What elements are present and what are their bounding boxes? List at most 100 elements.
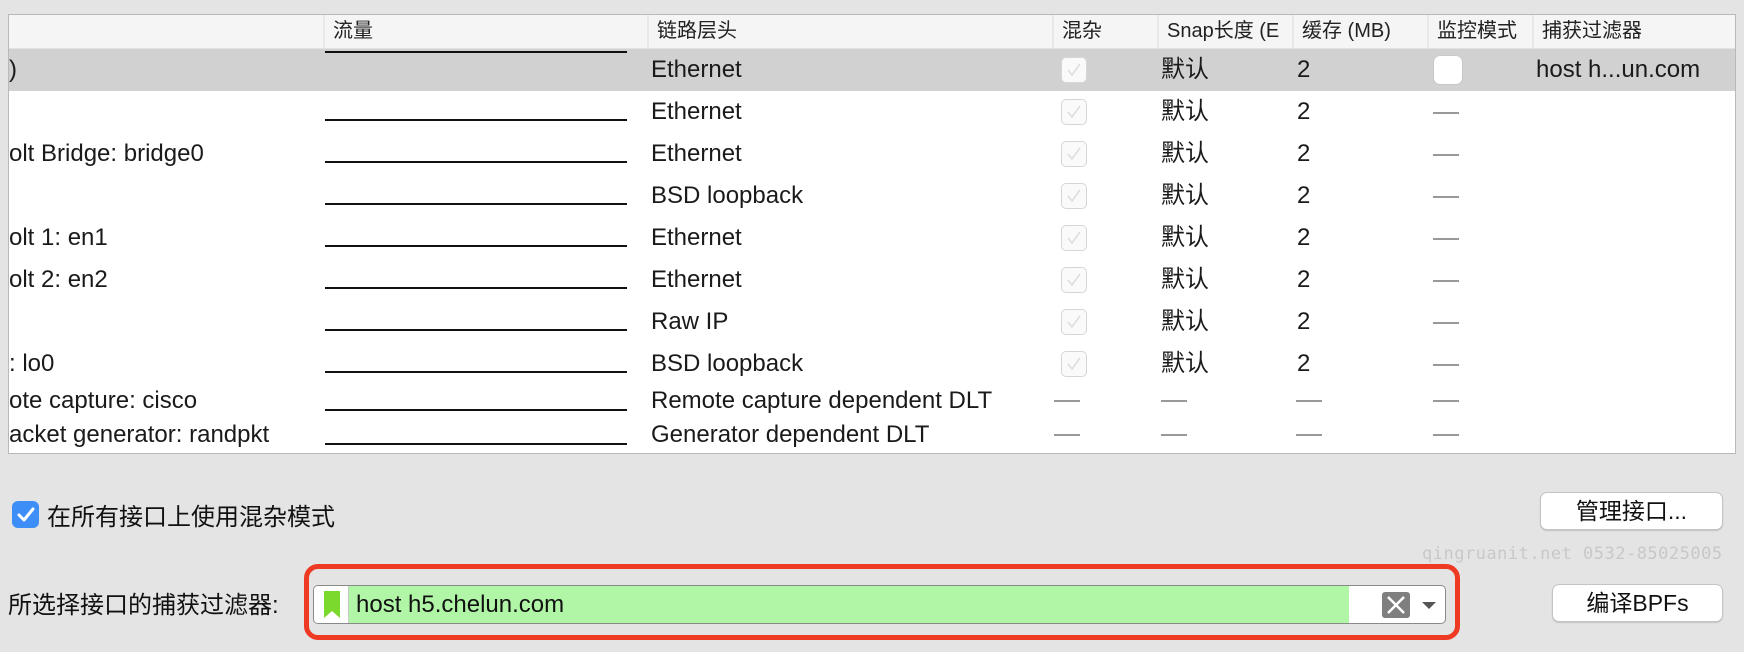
table-row[interactable]: Raw IP 默认 2: [9, 301, 1735, 343]
link-layer-header: Generator dependent DLT: [651, 421, 930, 448]
interface-name: [9, 91, 319, 133]
table-row[interactable]: olt Bridge: bridge0 Ethernet 默认 2: [9, 133, 1735, 175]
promisc-checkbox[interactable]: [1061, 183, 1087, 209]
checkmark-icon: [1067, 357, 1081, 371]
table-header: 流量 链路层头 混杂 Snap长度 (E 缓存 (MB) 监控模式 捕获过滤器: [9, 15, 1735, 49]
promisc-all-checkbox[interactable]: [12, 501, 39, 528]
interface-name: [9, 175, 319, 217]
buffer-value: 2: [1297, 350, 1311, 377]
monitor-mode-checkbox[interactable]: [1434, 56, 1462, 84]
snaplen-value: 默认: [1161, 224, 1209, 251]
buffer-value: 2: [1297, 224, 1311, 251]
compile-bpfs-button[interactable]: 编译BPFs: [1552, 584, 1723, 622]
bookmark-icon: [324, 591, 340, 618]
table-row[interactable]: olt 1: en1 Ethernet 默认 2: [9, 217, 1735, 259]
link-layer-header: Ethernet: [651, 224, 742, 251]
buffer-dash: [1296, 400, 1322, 402]
snaplen-value: 默认: [1161, 140, 1209, 167]
snaplen-value: 默认: [1161, 98, 1209, 125]
capture-filter-label: 所选择接口的捕获过滤器:: [8, 592, 279, 619]
traffic-sparkline: [325, 245, 627, 247]
promisc-checkbox[interactable]: [1061, 267, 1087, 293]
link-layer-header: Ethernet: [651, 266, 742, 293]
interfaces-table: 流量 链路层头 混杂 Snap长度 (E 缓存 (MB) 监控模式 捕获过滤器 ) Ether…: [8, 14, 1736, 454]
traffic-sparkline: [325, 443, 627, 445]
buffer-value: 2: [1297, 140, 1311, 167]
traffic-sparkline: [325, 161, 627, 163]
traffic-sparkline: [325, 329, 627, 331]
promisc-checkbox[interactable]: [1061, 351, 1087, 377]
table-row[interactable]: acket generator: randpkt Generator depend…: [9, 417, 1735, 453]
link-layer-header: Raw IP: [651, 308, 729, 335]
snaplen-value: 默认: [1161, 56, 1209, 83]
link-layer-header: BSD loopback: [651, 182, 804, 209]
interface-name: olt Bridge: bridge0: [9, 140, 204, 167]
snaplen-value: 默认: [1161, 350, 1209, 377]
bookmark-button[interactable]: [314, 586, 349, 623]
monitor-mode-dash: [1433, 112, 1459, 114]
column-header-monitor[interactable]: 监控模式: [1427, 15, 1532, 48]
traffic-sparkline: [325, 409, 627, 411]
monitor-mode-dash: [1433, 154, 1459, 156]
promisc-checkbox[interactable]: [1061, 57, 1087, 83]
checkmark-icon: [1067, 105, 1081, 119]
filter-dropdown-arrow-icon[interactable]: [1422, 602, 1436, 609]
interface-name: acket generator: randpkt: [9, 421, 270, 448]
promisc-all-checkbox-row[interactable]: 在所有接口上使用混杂模式: [12, 497, 335, 532]
capture-filter-field[interactable]: [313, 585, 1446, 624]
monitor-mode-dash: [1433, 196, 1459, 198]
promisc-checkbox[interactable]: [1061, 141, 1087, 167]
buffer-value: 2: [1297, 266, 1311, 293]
monitor-mode-dash: [1433, 434, 1459, 436]
monitor-mode-dash: [1433, 238, 1459, 240]
checkmark-icon: [17, 507, 34, 521]
table-row[interactable]: olt 2: en2 Ethernet 默认 2: [9, 259, 1735, 301]
capture-filter-input[interactable]: [356, 586, 1336, 623]
column-header-interface[interactable]: [9, 15, 323, 48]
link-layer-header: Remote capture dependent DLT: [651, 387, 993, 414]
monitor-mode-dash: [1433, 322, 1459, 324]
promisc-dash: [1054, 434, 1080, 436]
clear-filter-button[interactable]: [1382, 592, 1410, 618]
column-header-traffic[interactable]: 流量: [323, 15, 647, 48]
table-row[interactable]: : lo0 BSD loopback 默认 2: [9, 343, 1735, 385]
buffer-value: 2: [1297, 56, 1311, 83]
interface-name: ote capture: cisco: [9, 387, 198, 414]
promisc-checkbox[interactable]: [1061, 225, 1087, 251]
interface-name: olt 2: en2: [9, 266, 108, 293]
checkmark-icon: [1067, 315, 1081, 329]
checkmark-icon: [1067, 231, 1081, 245]
promisc-all-label: 在所有接口上使用混杂模式: [47, 504, 335, 531]
column-header-snaplen[interactable]: Snap长度 (E: [1157, 15, 1292, 48]
interface-name: ): [9, 56, 17, 83]
table-row[interactable]: ) Ethernet 默认 2 host h...un.com: [9, 49, 1735, 91]
promisc-checkbox[interactable]: [1061, 309, 1087, 335]
traffic-sparkline: [325, 371, 627, 373]
column-header-link-layer[interactable]: 链路层头: [647, 15, 1052, 48]
promisc-checkbox[interactable]: [1061, 99, 1087, 125]
link-layer-header: BSD loopback: [651, 350, 804, 377]
checkmark-icon: [1067, 273, 1081, 287]
snaplen-value: 默认: [1161, 308, 1209, 335]
interface-name: olt 1: en1: [9, 224, 108, 251]
buffer-dash: [1296, 434, 1322, 436]
watermark: qingruanit.net 0532-85025005: [1422, 544, 1723, 564]
snaplen-value: 默认: [1161, 266, 1209, 293]
traffic-sparkline: [325, 203, 627, 205]
link-layer-header: Ethernet: [651, 140, 742, 167]
monitor-mode-dash: [1433, 400, 1459, 402]
table-row[interactable]: Ethernet 默认 2: [9, 91, 1735, 133]
table-row[interactable]: ote capture: cisco Remote capture depende…: [9, 383, 1735, 419]
interface-name: [9, 301, 319, 343]
manage-interfaces-button[interactable]: 管理接口...: [1540, 492, 1723, 530]
checkmark-icon: [1067, 147, 1081, 161]
snaplen-value: 默认: [1161, 182, 1209, 209]
promisc-dash: [1054, 400, 1080, 402]
column-header-capture-filter[interactable]: 捕获过滤器: [1532, 15, 1732, 48]
monitor-mode-dash: [1433, 364, 1459, 366]
buffer-value: 2: [1297, 98, 1311, 125]
column-header-promisc[interactable]: 混杂: [1052, 15, 1157, 48]
close-icon: [1387, 596, 1405, 614]
table-row[interactable]: BSD loopback 默认 2: [9, 175, 1735, 217]
column-header-buffer[interactable]: 缓存 (MB): [1292, 15, 1427, 48]
